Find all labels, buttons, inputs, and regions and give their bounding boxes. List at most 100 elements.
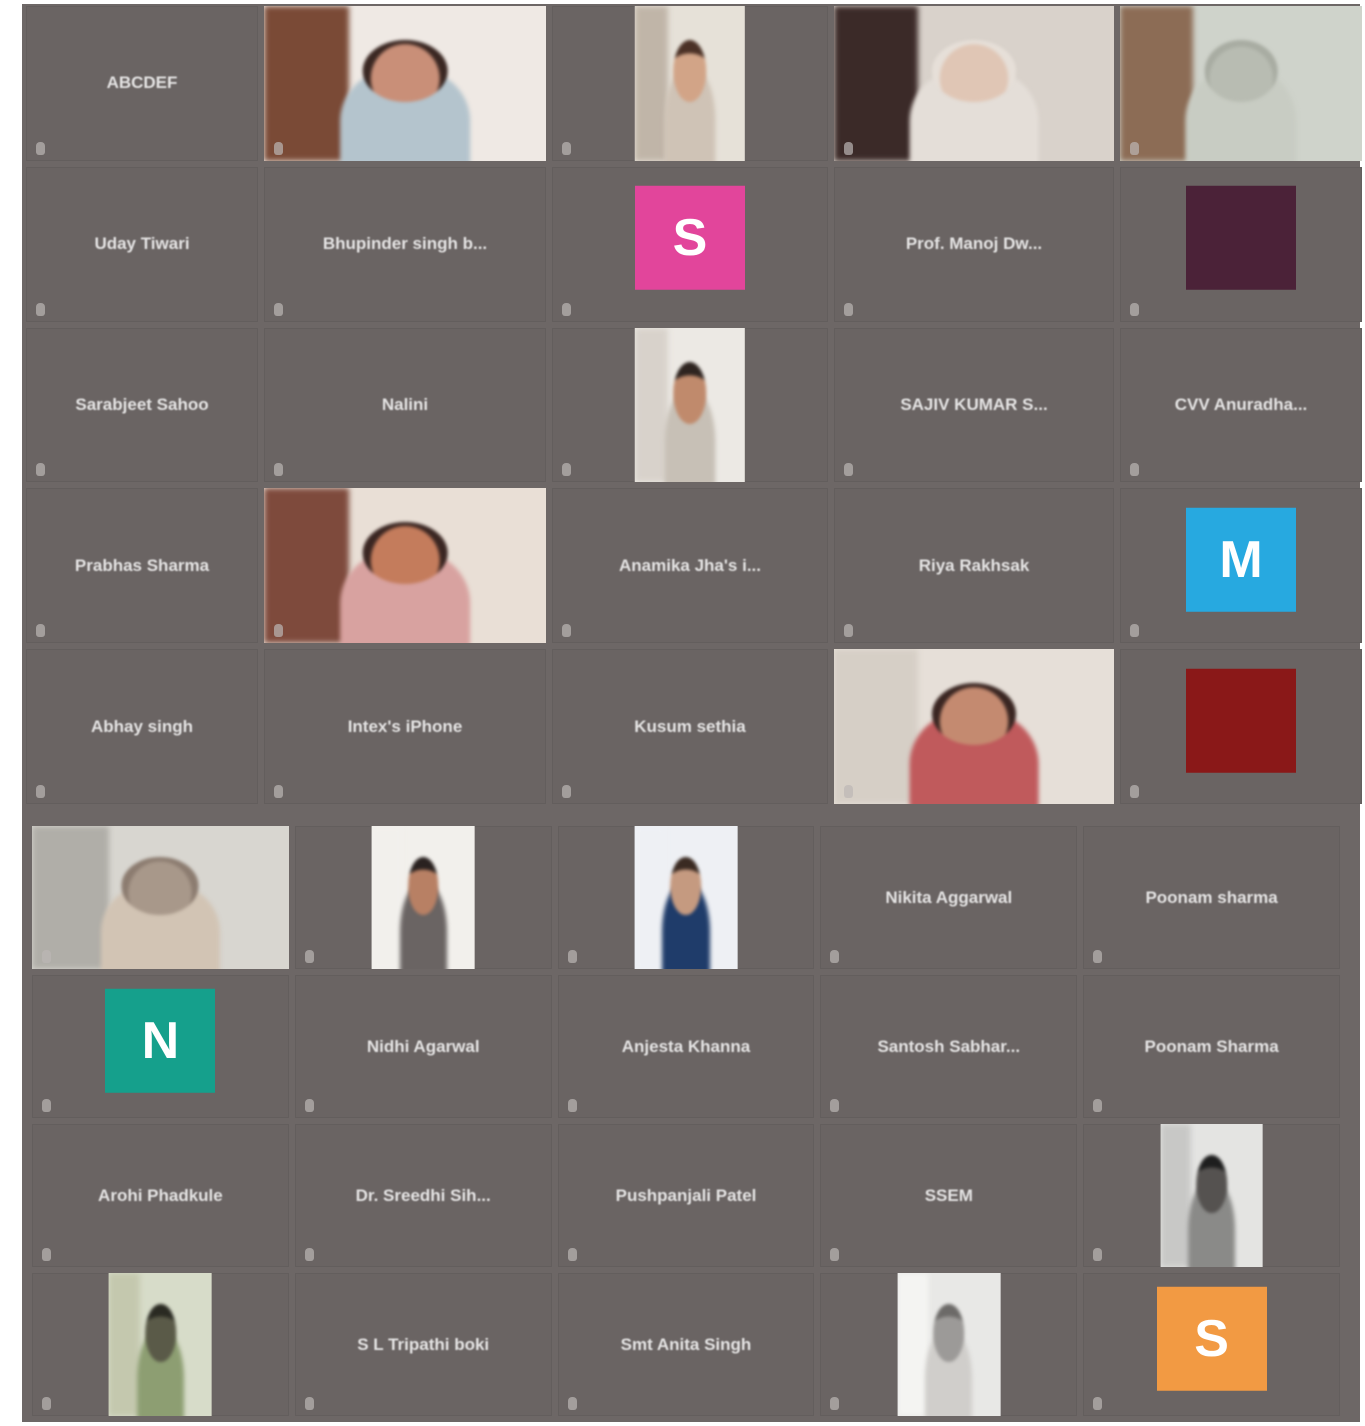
participant-avatar <box>1186 668 1296 773</box>
participant-tile[interactable]: Arohi Phadkule <box>32 1124 289 1267</box>
participant-tile[interactable]: Poonam Sharma <box>1083 975 1340 1118</box>
participant-video-tile[interactable] <box>264 488 546 644</box>
participant-tile[interactable]: Bhupinder singh b... <box>264 166 546 322</box>
participant-tile[interactable]: Kusum sethia <box>552 649 828 804</box>
participant-tile[interactable]: Uday Tiwari <box>26 166 258 322</box>
participant-tile[interactable]: Prof. Manoj Dw... <box>834 166 1114 322</box>
mic-muted-icon <box>830 1397 840 1410</box>
video-background <box>1160 1124 1192 1267</box>
mic-muted-icon <box>1093 1397 1103 1410</box>
participant-tile[interactable]: Smt Anita Singh <box>557 1273 815 1416</box>
participant-tile[interactable]: ABCDEF <box>26 6 258 161</box>
participant-video-tile[interactable] <box>32 826 289 969</box>
mic-muted-icon <box>1130 785 1139 798</box>
participant-tile[interactable]: Poonam sharma <box>1083 826 1340 969</box>
participant-tile[interactable]: Nidhi Agarwal <box>294 975 552 1118</box>
participant-name: Arohi Phadkule <box>98 1185 223 1205</box>
participant-video-tile[interactable] <box>1120 6 1362 161</box>
participant-name: SSEM <box>924 1185 973 1205</box>
gallery-view-top: ABCDEF Uday Tiwari Bhupinder singh b... S Pr… <box>26 6 1362 804</box>
participant-name: Prof. Manoj Dw... <box>905 234 1043 254</box>
participant-tile[interactable]: SSEM <box>820 1124 1078 1267</box>
mic-muted-icon <box>830 1248 840 1261</box>
participant-name: CVV Anuradha... <box>1174 394 1308 414</box>
participant-name: SAJIV KUMAR S... <box>900 394 1048 414</box>
participant-tile[interactable]: CVV Anuradha... <box>1120 327 1362 483</box>
video-background <box>109 1273 140 1416</box>
mic-muted-icon <box>304 1397 314 1410</box>
participant-video-feed <box>834 649 1114 804</box>
mic-muted-icon <box>36 463 45 477</box>
participant-avatar: S <box>1156 1286 1267 1391</box>
mic-muted-icon <box>567 1397 577 1410</box>
participant-name: Sarabjeet Sahoo <box>75 394 209 414</box>
participant-face <box>1196 1155 1227 1213</box>
participant-tile-avatar[interactable] <box>1120 166 1362 322</box>
participant-avatar: M <box>1186 507 1296 612</box>
participant-tile[interactable]: Riya Rakhsak <box>834 488 1114 644</box>
mic-muted-icon <box>1130 463 1139 477</box>
video-background <box>1120 6 1193 161</box>
participant-video-feed <box>634 327 746 483</box>
mic-muted-icon <box>274 624 283 638</box>
participant-tile[interactable]: Prabhas Sharma <box>26 488 258 644</box>
mic-muted-icon <box>274 785 283 798</box>
participant-tile[interactable]: Intex's iPhone <box>264 649 546 804</box>
participant-tile[interactable]: Nikita Aggarwal <box>820 826 1078 969</box>
participant-name: Smt Anita Singh <box>620 1334 752 1354</box>
participant-tile-avatar[interactable]: M <box>1120 488 1362 644</box>
mic-muted-icon <box>844 624 853 638</box>
participant-video-feed <box>897 1273 1001 1416</box>
participant-name: Pushpanjali Patel <box>615 1185 757 1205</box>
participant-name: Santosh Sabhar... <box>877 1036 1021 1056</box>
participant-tile[interactable]: Nalini <box>264 327 546 483</box>
mic-muted-icon <box>1093 1248 1103 1261</box>
participant-video-tile[interactable] <box>552 6 828 161</box>
participant-face <box>362 40 448 102</box>
participant-tile-avatar[interactable]: S <box>1083 1273 1340 1416</box>
participant-name: Anjesta Khanna <box>621 1036 751 1056</box>
participant-face <box>144 1304 176 1362</box>
participant-video-tile[interactable] <box>32 1273 289 1416</box>
mic-muted-icon <box>1093 1099 1103 1112</box>
video-background <box>634 826 666 969</box>
participant-face <box>670 857 702 915</box>
mic-muted-icon <box>844 302 853 316</box>
participant-name: Nidhi Agarwal <box>366 1036 480 1056</box>
participant-name: Dr. Sreedhi Sih... <box>355 1185 491 1205</box>
mic-muted-icon <box>304 1248 314 1261</box>
participant-video-tile[interactable] <box>820 1273 1078 1416</box>
participant-video-tile[interactable] <box>834 649 1114 804</box>
participant-tile-avatar[interactable]: N <box>32 975 289 1118</box>
participant-name: ABCDEF <box>106 73 178 93</box>
mic-muted-icon <box>562 624 571 638</box>
participant-video-tile[interactable] <box>294 826 552 969</box>
participant-tile[interactable]: Sarabjeet Sahoo <box>26 327 258 483</box>
mic-muted-icon <box>36 785 45 798</box>
video-background <box>32 826 110 969</box>
participant-face <box>121 857 199 915</box>
participant-video-tile[interactable] <box>264 6 546 161</box>
mic-muted-icon <box>36 141 45 155</box>
participant-video-tile[interactable] <box>552 327 828 483</box>
participant-tile[interactable]: Anamika Jha's i... <box>552 488 828 644</box>
participant-tile[interactable]: Dr. Sreedhi Sih... <box>294 1124 552 1267</box>
participant-video-tile[interactable] <box>557 826 815 969</box>
participant-name: Abhay singh <box>90 716 193 736</box>
participant-name: Nalini <box>381 394 429 414</box>
mic-muted-icon <box>1130 624 1139 638</box>
participant-tile[interactable]: Santosh Sabhar... <box>820 975 1078 1118</box>
participant-tile[interactable]: S L Tripathi boki <box>294 1273 552 1416</box>
participant-tile[interactable]: SAJIV KUMAR S... <box>834 327 1114 483</box>
participant-video-tile[interactable] <box>834 6 1114 161</box>
mic-muted-icon <box>1130 141 1139 155</box>
participant-tile-avatar[interactable]: S <box>552 166 828 322</box>
mic-muted-icon <box>1130 302 1139 316</box>
participant-video-tile[interactable] <box>1083 1124 1340 1267</box>
participant-tile[interactable]: Abhay singh <box>26 649 258 804</box>
participant-tile-avatar[interactable] <box>1120 649 1362 804</box>
participant-tile[interactable]: Anjesta Khanna <box>557 975 815 1118</box>
participant-tile[interactable]: Pushpanjali Patel <box>557 1124 815 1267</box>
video-background <box>264 6 349 161</box>
mic-muted-icon <box>36 302 45 316</box>
